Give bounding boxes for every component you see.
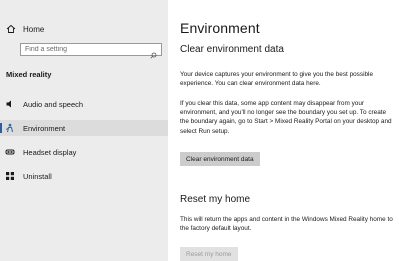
search-box[interactable] (20, 43, 162, 59)
clear-environment-data-button[interactable]: Clear environment data (180, 152, 260, 166)
reset-my-home-button[interactable]: Reset my home (180, 247, 238, 261)
sidebar-item-uninstall[interactable]: Uninstall (0, 168, 168, 184)
clear-environment-description: Your device captures your environment to… (180, 71, 374, 88)
home-nav-item[interactable]: Home (6, 22, 44, 36)
sidebar-item-label: Environment (23, 123, 66, 133)
home-icon (6, 24, 16, 34)
reset-home-heading: Reset my home (180, 194, 251, 205)
sidebar-item-label: Uninstall (23, 171, 52, 181)
home-label: Home (23, 24, 45, 34)
reset-home-description: This will return the apps and content in… (180, 216, 393, 233)
sidebar-item-environment[interactable]: Environment (0, 120, 168, 136)
sidebar-item-label: Audio and speech (23, 99, 84, 109)
section-label: Mixed reality (6, 70, 52, 79)
search-icon[interactable] (150, 46, 157, 59)
sidebar-item-audio-and-speech[interactable]: Audio and speech (0, 96, 168, 112)
apps-icon (5, 171, 15, 181)
clear-environment-heading: Clear environment data (180, 44, 284, 55)
main-content: Environment Clear environment data Your … (168, 0, 399, 261)
page-title: Environment (180, 20, 260, 36)
sidebar-item-label: Headset display (23, 147, 77, 157)
speaker-icon (5, 99, 15, 109)
clear-environment-warning: If you clear this data, some app content… (180, 100, 392, 135)
sidebar: Home Mixed reality Audio and speech Envi… (0, 0, 168, 261)
search-input[interactable] (25, 46, 150, 53)
person-icon (5, 123, 15, 133)
headset-icon (5, 147, 15, 157)
sidebar-item-headset-display[interactable]: Headset display (0, 144, 168, 160)
